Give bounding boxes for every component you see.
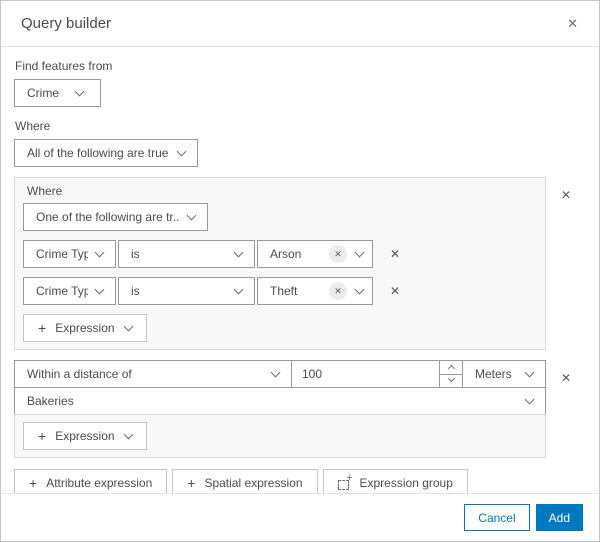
distance-input-wrap <box>291 360 463 388</box>
spatial-group-footer: + Expression <box>14 414 546 458</box>
clear-value-icon[interactable]: ✕ <box>329 282 347 300</box>
spatial-operator-row: Within a distance of Meters <box>14 360 546 388</box>
chevron-down-icon <box>524 367 535 377</box>
chevron-down-icon <box>447 375 455 383</box>
plus-icon: + <box>38 320 47 336</box>
chevron-down-icon <box>94 284 105 294</box>
source-layer-value: Crime <box>27 86 59 100</box>
close-icon[interactable]: ✕ <box>563 13 582 34</box>
chevron-down-icon <box>524 394 535 404</box>
value-text: Theft <box>270 284 298 298</box>
group-remove-column: ✕ <box>546 360 586 388</box>
add-expression-label: Expression <box>55 429 115 443</box>
add-expression-button[interactable]: + Expression <box>23 314 147 342</box>
field-value: Crime Type <box>36 284 88 298</box>
operator-select[interactable]: is <box>118 277 255 305</box>
spatial-expression-label: Spatial expression <box>204 476 303 490</box>
remove-expression-icon[interactable]: ✕ <box>386 281 404 301</box>
chevron-down-icon <box>176 146 187 156</box>
chevron-down-icon <box>233 284 244 294</box>
dialog-header: Query builder ✕ <box>1 1 599 47</box>
dialog-footer: Cancel Add <box>1 493 599 541</box>
expression-row: Crime Type is Arson ✕ ✕ <box>23 240 537 268</box>
expression-group: Where One of the following are tr... Cri… <box>14 177 546 350</box>
cancel-button[interactable]: Cancel <box>464 504 530 531</box>
plus-icon: + <box>29 475 38 491</box>
spatial-operator-select[interactable]: Within a distance of <box>14 360 292 388</box>
value-text: Arson <box>270 247 302 261</box>
field-value: Crime Type <box>36 247 88 261</box>
value-combobox[interactable]: Theft ✕ <box>257 277 373 305</box>
field-select[interactable]: Crime Type <box>23 240 116 268</box>
add-spatial-expression-button[interactable]: + Spatial expression <box>172 469 318 493</box>
clear-value-icon[interactable]: ✕ <box>329 245 347 263</box>
expression-group-row: Where One of the following are tr... Cri… <box>14 177 586 350</box>
stepper-up-icon[interactable] <box>440 361 462 374</box>
remove-group-icon[interactable]: ✕ <box>557 185 575 205</box>
plus-icon: + <box>187 475 196 491</box>
remove-expression-icon[interactable]: ✕ <box>386 244 404 264</box>
dialog-body: Find features from Crime Where All of th… <box>1 47 599 493</box>
field-select[interactable]: Crime Type <box>23 277 116 305</box>
remove-spatial-group-icon[interactable]: ✕ <box>557 368 575 388</box>
operator-value: is <box>131 284 140 298</box>
target-layer-select[interactable]: Bakeries <box>14 387 546 415</box>
add-button[interactable]: Add <box>535 504 583 531</box>
group-match-operator-value: One of the following are tr... <box>36 210 180 224</box>
operator-select[interactable]: is <box>118 240 255 268</box>
group-where-label: Where <box>27 184 63 198</box>
chevron-down-icon <box>270 367 281 377</box>
expression-group-label: Expression group <box>359 476 453 490</box>
unit-select[interactable]: Meters <box>462 360 546 388</box>
expression-group-icon: + <box>337 472 353 490</box>
chevron-down-icon <box>354 284 365 294</box>
chevron-down-icon <box>94 247 105 257</box>
add-expression-label: Expression <box>55 321 115 335</box>
unit-value: Meters <box>475 367 512 381</box>
query-builder-dialog: Query builder ✕ Find features from Crime… <box>0 0 600 542</box>
page-title: Query builder <box>21 15 112 32</box>
value-combobox[interactable]: Arson ✕ <box>257 240 373 268</box>
attribute-expression-label: Attribute expression <box>46 476 153 490</box>
match-operator-select[interactable]: All of the following are true <box>14 139 198 167</box>
plus-icon: + <box>38 428 47 444</box>
where-label: Where <box>15 119 51 133</box>
find-features-from-label: Find features from <box>15 59 113 73</box>
source-layer-select[interactable]: Crime <box>14 79 101 107</box>
chevron-down-icon <box>123 429 134 439</box>
group-remove-column: ✕ <box>546 177 586 205</box>
match-operator-value: All of the following are true <box>27 146 169 160</box>
chevron-down-icon <box>233 247 244 257</box>
spatial-operator-value: Within a distance of <box>27 367 132 381</box>
add-attribute-expression-button[interactable]: + Attribute expression <box>14 469 168 493</box>
add-expression-group-button[interactable]: + Expression group <box>322 469 468 493</box>
add-expression-button[interactable]: + Expression <box>23 422 147 450</box>
expression-actions: + Attribute expression + Spatial express… <box>14 469 586 493</box>
chevron-down-icon <box>186 210 197 220</box>
target-layer-value: Bakeries <box>27 394 74 408</box>
chevron-down-icon <box>74 86 85 96</box>
expression-row: Crime Type is Theft ✕ ✕ <box>23 277 537 305</box>
chevron-down-icon <box>354 247 365 257</box>
chevron-up-icon <box>447 365 455 373</box>
distance-stepper <box>439 361 462 387</box>
operator-value: is <box>131 247 140 261</box>
spatial-expression-row: Within a distance of Meters <box>14 360 586 458</box>
distance-input[interactable] <box>292 361 439 387</box>
chevron-down-icon <box>123 321 134 331</box>
stepper-down-icon[interactable] <box>440 373 462 387</box>
spatial-expression-group: Within a distance of Meters <box>14 360 546 458</box>
group-match-operator-select[interactable]: One of the following are tr... <box>23 203 208 231</box>
